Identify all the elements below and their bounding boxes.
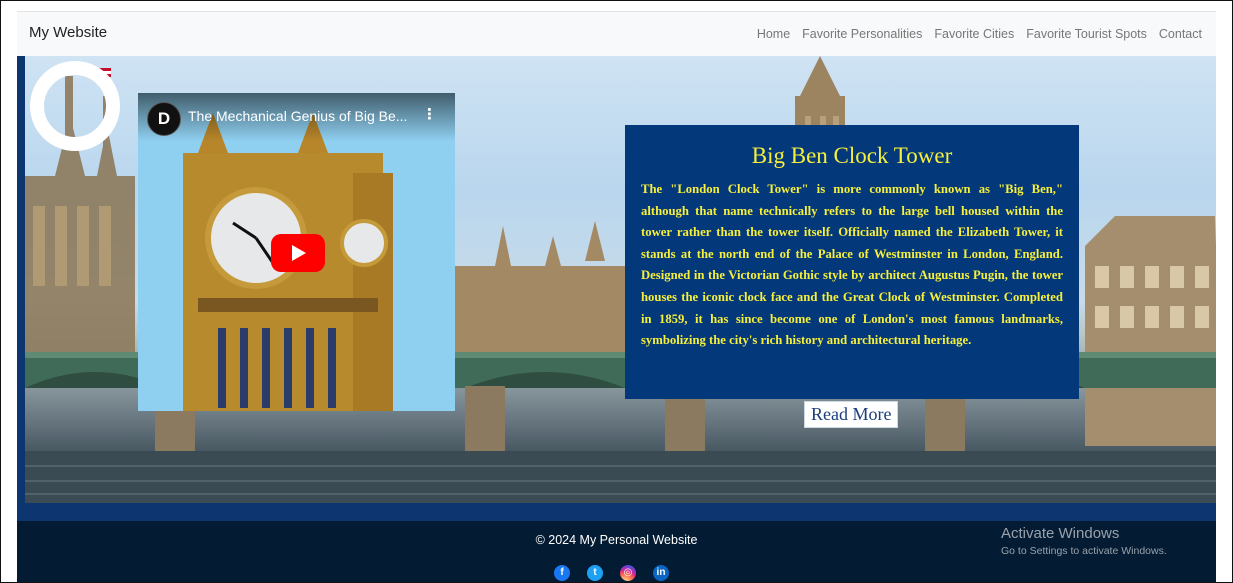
instagram-icon[interactable]: ◎ (620, 565, 636, 581)
activate-windows-watermark: Activate Windows Go to Settings to activ… (1001, 525, 1167, 557)
hero-section: D The Mechanical Genius of Big Be... ⋮ B… (17, 56, 1216, 521)
facebook-icon[interactable]: f (554, 565, 570, 581)
brand-link[interactable]: My Website (29, 24, 107, 41)
info-title: Big Ben Clock Tower (751, 143, 953, 168)
linkedin-icon[interactable]: in (653, 565, 669, 581)
social-links: f t ◎ in (554, 565, 669, 581)
nav-contact[interactable]: Contact (1159, 27, 1202, 41)
watermark-title: Activate Windows (1001, 525, 1120, 542)
read-more-button[interactable]: Read More (804, 401, 899, 428)
navbar: My Website Home Favorite Personalities F… (17, 11, 1216, 57)
loading-spinner-icon (30, 61, 120, 151)
nav-links: Home Favorite Personalities Favorite Cit… (757, 27, 1202, 41)
info-card: Big Ben Clock Tower The "London Clock To… (625, 125, 1079, 399)
watermark-subtitle: Go to Settings to activate Windows. (1001, 545, 1167, 557)
video-title[interactable]: The Mechanical Genius of Big Be... (188, 108, 407, 124)
info-description: The "London Clock Tower" is more commonl… (641, 182, 1063, 348)
discovery-logo-icon[interactable]: D (147, 102, 181, 136)
twitter-icon[interactable]: t (587, 565, 603, 581)
more-vert-icon[interactable]: ⋮ (422, 107, 437, 122)
nav-home[interactable]: Home (757, 27, 790, 41)
nav-favorite-tourist-spots[interactable]: Favorite Tourist Spots (1026, 27, 1147, 41)
youtube-play-icon[interactable] (271, 234, 325, 272)
nav-favorite-personalities[interactable]: Favorite Personalities (802, 27, 922, 41)
video-embed[interactable]: D The Mechanical Genius of Big Be... ⋮ (138, 93, 455, 411)
nav-favorite-cities[interactable]: Favorite Cities (934, 27, 1014, 41)
browser-viewport: My Website Home Favorite Personalities F… (0, 0, 1233, 583)
footer: © 2024 My Personal Website f t ◎ in Acti… (17, 521, 1216, 582)
